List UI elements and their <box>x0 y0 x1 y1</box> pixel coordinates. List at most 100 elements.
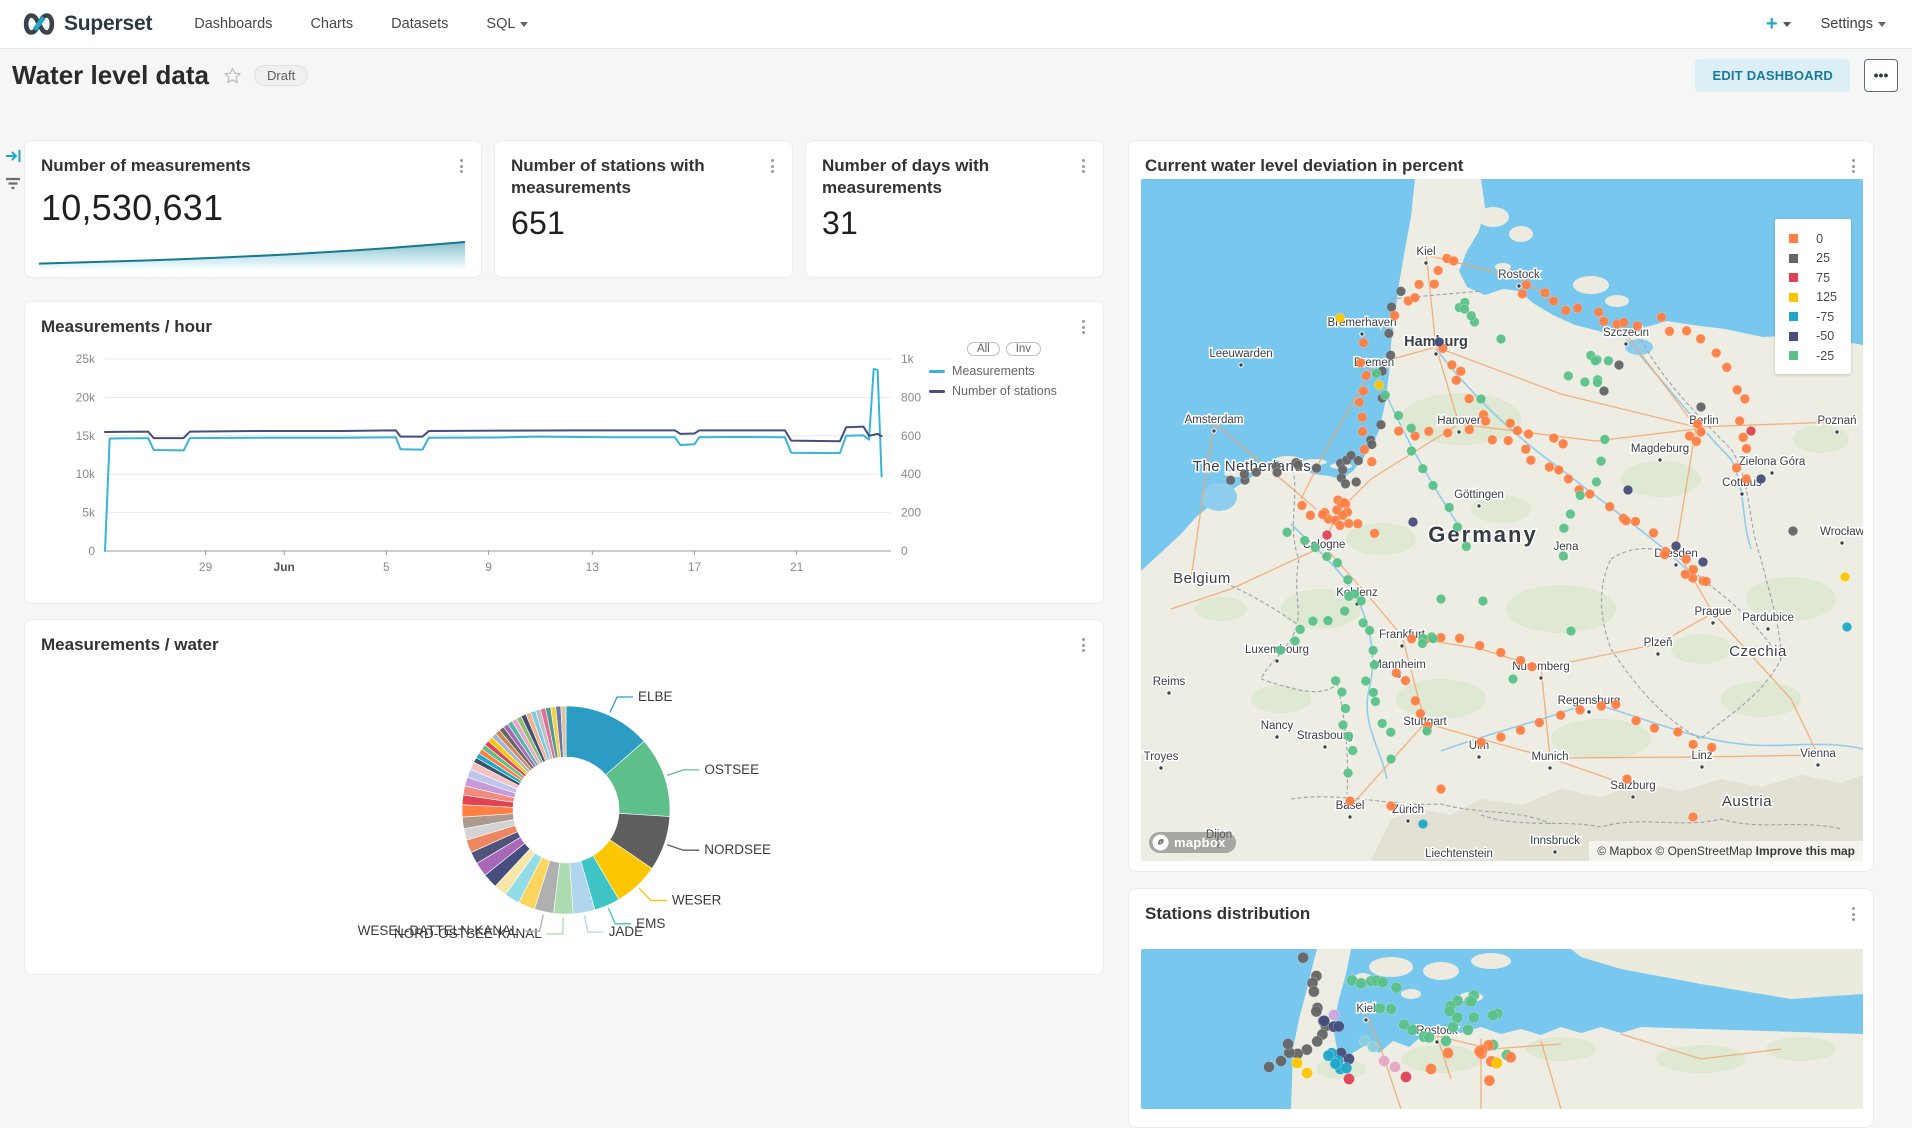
station-dot[interactable] <box>1623 485 1633 495</box>
station-dot[interactable] <box>1488 435 1498 445</box>
settings-menu[interactable]: Settings <box>1821 16 1886 32</box>
station-dot[interactable] <box>1597 701 1607 711</box>
station-dot[interactable] <box>1696 402 1706 412</box>
station-dot[interactable] <box>1433 266 1443 276</box>
station-dot[interactable] <box>1444 503 1454 513</box>
station-dot[interactable] <box>1353 519 1363 529</box>
station-dot[interactable] <box>1422 726 1432 736</box>
station-dot[interactable] <box>1386 350 1396 360</box>
station-dot[interactable] <box>1410 293 1420 303</box>
station-dot[interactable] <box>1476 394 1486 404</box>
edit-dashboard-button[interactable]: EDIT DASHBOARD <box>1695 59 1850 92</box>
station-dot[interactable] <box>1344 519 1354 529</box>
station-dot[interactable] <box>1386 754 1396 764</box>
station-dot[interactable] <box>1338 465 1348 475</box>
station-dot[interactable] <box>1505 1052 1516 1063</box>
station-dot[interactable] <box>1842 622 1852 632</box>
nav-item-charts[interactable]: Charts <box>310 16 353 32</box>
station-dot[interactable] <box>1665 327 1675 337</box>
station-dot[interactable] <box>1339 498 1349 508</box>
station-dot[interactable] <box>1559 523 1569 533</box>
station-dot[interactable] <box>1693 419 1703 429</box>
station-dot[interactable] <box>1335 313 1345 323</box>
nav-item-datasets[interactable]: Datasets <box>391 16 448 32</box>
station-dot[interactable] <box>1358 427 1368 437</box>
station-dot[interactable] <box>1226 475 1236 485</box>
station-dot[interactable] <box>1556 710 1566 720</box>
station-dot[interactable] <box>1549 433 1559 443</box>
station-dot[interactable] <box>1407 1024 1418 1035</box>
station-dot[interactable] <box>1369 688 1379 698</box>
legend-item[interactable]: Measurements <box>929 364 1079 378</box>
legend-invert-button[interactable]: Inv <box>1006 342 1041 356</box>
station-dot[interactable] <box>1424 427 1434 437</box>
station-dot[interactable] <box>1337 687 1347 697</box>
filter-icon[interactable] <box>4 176 22 192</box>
station-dot[interactable] <box>1566 509 1576 519</box>
station-dot[interactable] <box>1559 551 1569 561</box>
station-dot[interactable] <box>1374 380 1384 390</box>
station-dot[interactable] <box>1660 550 1670 560</box>
station-dot[interactable] <box>1468 1012 1479 1023</box>
station-dot[interactable] <box>1696 334 1706 344</box>
station-dot[interactable] <box>1740 394 1750 404</box>
station-dot[interactable] <box>1318 510 1328 520</box>
station-dot[interactable] <box>1619 318 1629 328</box>
station-dot[interactable] <box>1453 522 1463 532</box>
station-dot[interactable] <box>1688 740 1698 750</box>
expand-filter-bar-icon[interactable] <box>5 148 23 164</box>
station-dot[interactable] <box>1566 626 1576 636</box>
station-dot[interactable] <box>1379 1056 1390 1067</box>
station-dot[interactable] <box>1365 626 1375 636</box>
station-dot[interactable] <box>1295 625 1305 635</box>
station-dot[interactable] <box>1444 1006 1455 1017</box>
station-dot[interactable] <box>1340 606 1350 616</box>
station-dot[interactable] <box>1535 718 1545 728</box>
station-dot[interactable] <box>1436 784 1446 794</box>
station-dot[interactable] <box>1573 303 1583 313</box>
station-dot[interactable] <box>1428 481 1438 491</box>
station-dot[interactable] <box>1361 676 1371 686</box>
station-dot[interactable] <box>1496 732 1506 742</box>
station-dot[interactable] <box>1746 426 1756 436</box>
station-dot[interactable] <box>1671 541 1681 551</box>
station-dot[interactable] <box>1614 360 1624 370</box>
station-dot[interactable] <box>1462 542 1472 552</box>
station-dot[interactable] <box>1306 511 1316 521</box>
station-dot[interactable] <box>1448 1022 1459 1033</box>
station-dot[interactable] <box>1633 321 1643 331</box>
station-dot[interactable] <box>1549 296 1559 306</box>
station-dot[interactable] <box>1722 363 1732 373</box>
station-dot[interactable] <box>1341 1063 1352 1074</box>
station-dot[interactable] <box>1272 468 1282 478</box>
superset-logo[interactable]: Superset <box>22 11 152 37</box>
station-dot[interactable] <box>1370 660 1380 670</box>
station-dot[interactable] <box>1513 426 1523 436</box>
station-dot[interactable] <box>1333 558 1343 568</box>
station-dot[interactable] <box>1290 636 1300 646</box>
station-dot[interactable] <box>1392 668 1402 678</box>
station-dot[interactable] <box>1386 727 1396 737</box>
station-dot[interactable] <box>1585 489 1595 499</box>
station-dot[interactable] <box>1312 1036 1323 1047</box>
station-dot[interactable] <box>1516 725 1526 735</box>
station-dot[interactable] <box>1650 723 1660 733</box>
station-dot[interactable] <box>1308 616 1318 626</box>
station-dot[interactable] <box>1449 256 1459 266</box>
station-dot[interactable] <box>1390 311 1400 321</box>
station-dot[interactable] <box>1380 390 1390 400</box>
deviation-map[interactable]: LeeuwardenAmsterdamThe NetherlandsBelgiu… <box>1141 179 1863 861</box>
station-dot[interactable] <box>1476 738 1486 748</box>
station-dot[interactable] <box>1356 358 1366 368</box>
station-dot[interactable] <box>1593 378 1603 388</box>
station-dot[interactable] <box>1418 639 1428 649</box>
station-dot[interactable] <box>1649 528 1659 538</box>
station-dot[interactable] <box>1322 552 1332 562</box>
station-dot[interactable] <box>1591 356 1601 366</box>
station-dot[interactable] <box>1564 474 1574 484</box>
station-dot[interactable] <box>1475 641 1485 651</box>
station-dot[interactable] <box>1428 634 1438 644</box>
station-dot[interactable] <box>1540 288 1550 298</box>
station-dot[interactable] <box>1401 676 1411 686</box>
station-dot[interactable] <box>1354 456 1364 466</box>
